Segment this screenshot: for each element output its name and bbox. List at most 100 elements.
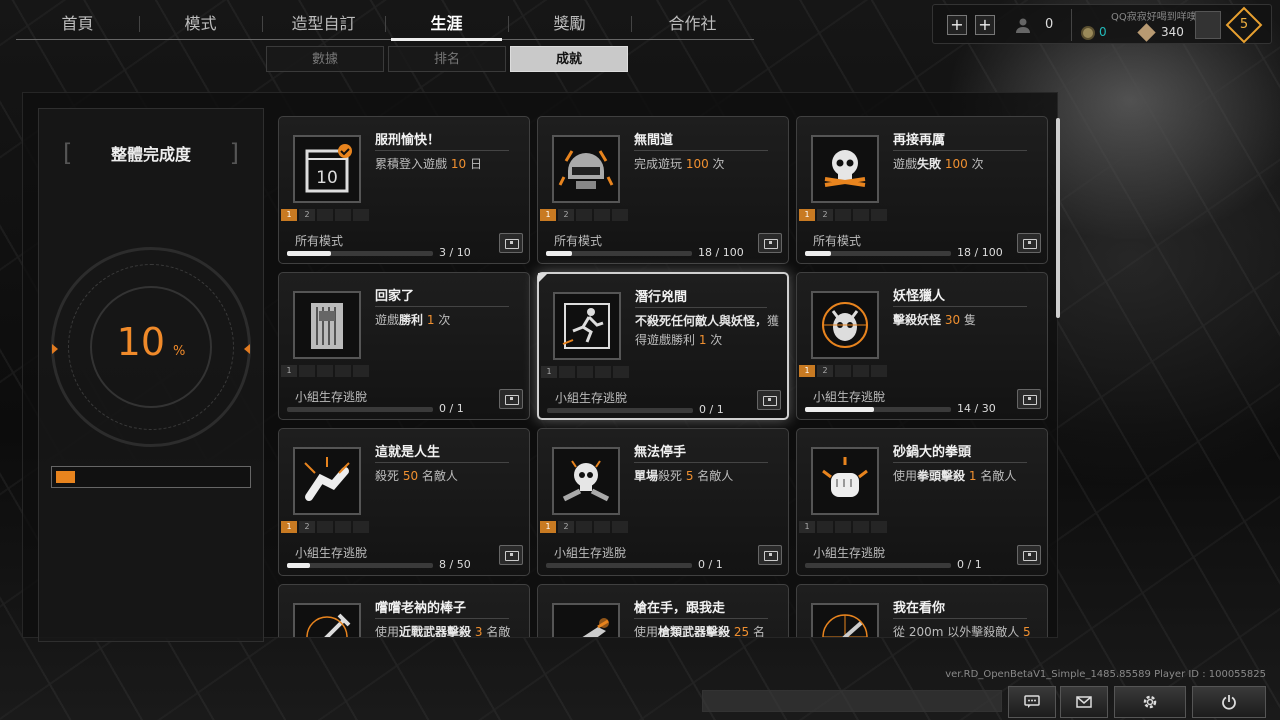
achievement-description: 使用近戰武器擊殺 3 名敵 (375, 623, 525, 637)
achievement-card[interactable]: 回家了 遊戲勝利 1 次 1 小組生存逃脫 0 / 1 (278, 272, 530, 420)
tier-box: 2 (558, 209, 574, 221)
achievement-card[interactable]: 妖怪獵人 擊殺妖怪 30 隻 1 2 小組生存逃脫 14 / 30 (796, 272, 1048, 420)
description-part: 10 (450, 157, 467, 171)
title-divider (893, 618, 1027, 619)
achievement-title: 再接再厲 (893, 133, 946, 148)
svg-text:10: 10 (316, 168, 338, 188)
tier-box (595, 366, 611, 378)
power-button[interactable] (1192, 686, 1266, 718)
chat-input[interactable] (702, 690, 1002, 712)
subtab-0[interactable]: 數據 (266, 46, 384, 72)
tier-box (317, 521, 333, 533)
tab-2[interactable]: 造型自訂 (262, 8, 385, 39)
scrollbar[interactable] (1056, 118, 1060, 318)
divider (1071, 9, 1072, 41)
calendar-icon: 10 (305, 144, 352, 193)
achievement-card[interactable]: 這就是人生 殺死 50 名敵人 1 2 小組生存逃脫 8 / 50 (278, 428, 530, 576)
game-mode-label: 所有模式 (295, 234, 344, 248)
tier-box (835, 521, 851, 533)
helmet-icon (558, 150, 614, 189)
reward-chest-icon[interactable] (758, 233, 782, 253)
title-divider (634, 150, 768, 151)
description-part: 擊殺妖怪 (893, 313, 942, 327)
sub-tabs: 數據 排名 成就 (266, 46, 628, 72)
title-divider (375, 618, 509, 619)
achievement-card[interactable]: 砂鍋大的拳頭 使用拳頭擊殺 1 名敵人 1 小組生存逃脫 0 / 1 (796, 428, 1048, 576)
percent-value: 10 (116, 320, 165, 364)
description-part: 使用 (375, 625, 400, 637)
description-part: 3 (474, 625, 483, 637)
tier-box (613, 366, 629, 378)
achievement-title: 我在看你 (893, 601, 946, 616)
avatar[interactable] (1195, 11, 1221, 39)
top-nav: 首頁 模式 造型自訂 生涯 獎勵 合作社 (16, 8, 754, 41)
progress-bar (287, 407, 433, 412)
achievement-title: 這就是人生 (375, 445, 441, 460)
achievement-icon-frame (293, 447, 361, 515)
achievement-card[interactable]: 潛行兇間 不殺死任何敵人與妖怪，獲得遊戲勝利 1 次 1 小組生存逃脫 0 / 1 (537, 272, 789, 420)
achievement-icon-frame (552, 135, 620, 203)
description-part: 累積登入 (375, 157, 424, 171)
percent-sign: % (173, 344, 186, 359)
tab-3[interactable]: 生涯 (385, 8, 508, 41)
progress-bar (287, 563, 433, 568)
achievement-card[interactable]: 10 服刑愉快！ 累積登入遊戲 10 日 1 2 所有模式 3 / 10 (278, 116, 530, 264)
title-divider (635, 307, 767, 308)
tier-box: 2 (817, 365, 833, 377)
add-button-2[interactable]: + (975, 15, 995, 35)
description-part: 單場 (634, 469, 659, 483)
tier-box (353, 365, 369, 377)
tier-box: 2 (299, 521, 315, 533)
progress-bar (546, 563, 692, 568)
coin-icon (1081, 26, 1095, 40)
achievement-card[interactable]: 無間道 完成遊玩 100 次 1 2 所有模式 18 / 100 (537, 116, 789, 264)
achievement-icon-frame (293, 603, 361, 637)
tier-box (835, 209, 851, 221)
reward-chest-icon[interactable] (1017, 545, 1041, 565)
game-mode-label: 小組生存逃脫 (295, 390, 368, 404)
tier-indicators: 12 (799, 209, 887, 221)
achievement-card[interactable]: 嚐嚐老衲的棒子 使用近戰武器擊殺 3 名敵 (278, 584, 530, 637)
description-part: 100 (685, 157, 709, 171)
game-mode-label: 小組生存逃脫 (295, 546, 368, 560)
subtab-1[interactable]: 排名 (388, 46, 506, 72)
settings-button[interactable] (1114, 686, 1186, 718)
friends-count: 0 (1045, 17, 1054, 32)
progress-count: 14 / 30 (957, 402, 996, 415)
achievement-title: 回家了 (375, 289, 415, 304)
game-mode-label: 所有模式 (813, 234, 862, 248)
title-divider (634, 462, 768, 463)
reward-chest-icon[interactable] (757, 390, 781, 410)
friends-icon[interactable] (1015, 17, 1031, 33)
tab-1[interactable]: 模式 (139, 8, 262, 39)
achievement-card[interactable]: 再接再厲 遊戲失敗 100 次 1 2 所有模式 18 / 100 (796, 116, 1048, 264)
progress-count: 0 / 1 (698, 558, 723, 571)
achievement-card[interactable]: 無法停手 單場殺死 5 名敵人 1 2 小組生存逃脫 0 / 1 (537, 428, 789, 576)
progress-count: 18 / 100 (957, 246, 1003, 259)
tier-box (577, 366, 593, 378)
add-button-1[interactable]: + (947, 15, 967, 35)
reward-chest-icon[interactable] (499, 233, 523, 253)
tab-4[interactable]: 獎勵 (508, 8, 631, 39)
reward-chest-icon[interactable] (499, 389, 523, 409)
achievement-card[interactable]: 槍在手，跟我走 使用槍類武器擊殺 25 名 (537, 584, 789, 637)
reward-chest-icon[interactable] (1017, 389, 1041, 409)
reward-chest-icon[interactable] (758, 545, 782, 565)
achievement-grid[interactable]: 10 服刑愉快！ 累積登入遊戲 10 日 1 2 所有模式 3 / 10 無間道 完成遊玩 10… (278, 114, 1050, 637)
chat-button[interactable] (1008, 686, 1056, 718)
subtab-2[interactable]: 成就 (510, 46, 628, 72)
reward-chest-icon[interactable] (1017, 233, 1041, 253)
tab-5[interactable]: 合作社 (631, 8, 754, 39)
sniper-scope-icon (822, 614, 868, 637)
achievement-card[interactable]: 我在看你從 200m 以外擊殺敵人 5 (796, 584, 1048, 637)
achievement-icon-frame (293, 291, 361, 359)
game-mode-label: 小組生存逃脫 (813, 546, 886, 560)
mail-button[interactable] (1060, 686, 1108, 718)
achievement-title: 無法停手 (634, 445, 687, 460)
achievement-title: 妖怪獵人 (893, 289, 946, 304)
reward-chest-icon[interactable] (499, 545, 523, 565)
tab-0[interactable]: 首頁 (16, 8, 139, 39)
achievement-icon-frame (552, 447, 620, 515)
achievement-icon-frame (553, 292, 621, 360)
description-part: 名敵 (482, 625, 511, 637)
